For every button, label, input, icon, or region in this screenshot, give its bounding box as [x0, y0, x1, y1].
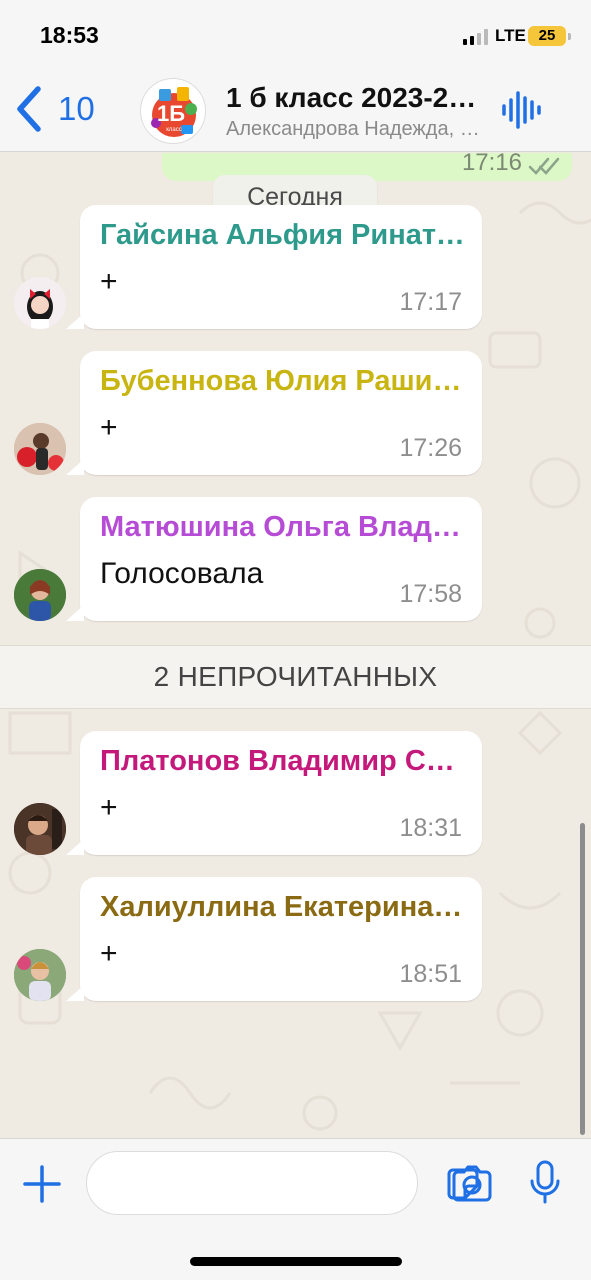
- waveform-icon[interactable]: [500, 90, 542, 130]
- double-check-icon: [528, 157, 560, 175]
- avatar-image: [14, 423, 66, 475]
- chat-title[interactable]: 1 б класс 2023-2024: [226, 82, 486, 114]
- message-input[interactable]: [107, 1152, 357, 1214]
- input-bar: [0, 1138, 591, 1280]
- group-logo-subtext: класс: [166, 127, 182, 133]
- message-time: 18:31: [399, 814, 462, 842]
- battery-level: 25: [538, 27, 556, 44]
- message-time: 17:26: [399, 434, 462, 462]
- message-text: Голосовала: [100, 557, 264, 590]
- message-time: 17:58: [399, 580, 462, 608]
- status-time: 18:53: [40, 22, 99, 48]
- message-text: +: [100, 265, 118, 298]
- network-type: LTE: [495, 26, 526, 45]
- group-logo-text: 1Б: [157, 101, 185, 126]
- plus-icon[interactable]: [22, 1164, 62, 1204]
- avatar[interactable]: [14, 803, 66, 855]
- group-avatar[interactable]: 1Б класс: [140, 78, 206, 144]
- unread-divider: 2 НЕПРОЧИТАННЫХ: [0, 645, 591, 709]
- avatar-image: [14, 949, 66, 1001]
- avatar-image: [14, 803, 66, 855]
- message-time: 18:51: [399, 960, 462, 988]
- scrollbar[interactable]: [580, 823, 585, 1135]
- sender-name[interactable]: Матюшина Ольга Владимировна: [100, 511, 468, 544]
- camera-icon[interactable]: [450, 1164, 494, 1204]
- avatar[interactable]: [14, 949, 66, 1001]
- sender-name[interactable]: Гайсина Альфия Ринатовна: [100, 219, 468, 252]
- battery-icon: 25: [528, 26, 566, 46]
- chat-subtitle[interactable]: Александрова Надежда, Бубеннова Юлия: [226, 118, 484, 141]
- microphone-icon[interactable]: [528, 1159, 562, 1205]
- message-bubble[interactable]: Гайсина Альфия Ринатовна + 17:17: [66, 205, 482, 329]
- message-bubble[interactable]: Халиуллина Екатерина Андреевна + 18:51: [66, 877, 482, 1001]
- sender-name[interactable]: Платонов Владимир Сергеевич: [100, 745, 468, 778]
- message-text: +: [100, 411, 118, 444]
- chevron-left-icon: [17, 86, 41, 132]
- cellular-signal-icon: [463, 29, 488, 45]
- avatar[interactable]: [14, 277, 66, 329]
- status-bar: 18:53 LTE 25: [0, 0, 591, 72]
- chat-area[interactable]: 17:16 Сегодня Гайсина Альфия Ринатовна +…: [0, 153, 591, 1138]
- group-logo: 1Б класс: [144, 82, 204, 142]
- message-bubble[interactable]: Матюшина Ольга Владимировна Голосовала 1…: [66, 497, 482, 621]
- avatar-image: [14, 569, 66, 621]
- message-time: 17:17: [399, 288, 462, 316]
- sender-name[interactable]: Бубеннова Юлия Рашидовна: [100, 365, 468, 398]
- message-bubble[interactable]: Платонов Владимир Сергеевич + 18:31: [66, 731, 482, 855]
- message-time: 17:16: [461, 153, 522, 176]
- message-text: +: [100, 937, 118, 970]
- message-bubble[interactable]: Бубеннова Юлия Рашидовна + 17:26: [66, 351, 482, 475]
- unread-chats-count: 10: [58, 90, 95, 127]
- avatar-image: [14, 277, 66, 329]
- back-button[interactable]: 10: [14, 82, 95, 136]
- chat-header: 10 1Б класс 1 б класс 2023-2024 Александ…: [0, 72, 591, 152]
- battery-cap: [568, 33, 571, 40]
- avatar[interactable]: [14, 423, 66, 475]
- avatar[interactable]: [14, 569, 66, 621]
- message-input-container[interactable]: [86, 1151, 479, 1215]
- sender-name[interactable]: Халиуллина Екатерина Андреевна: [100, 891, 468, 924]
- message-text: +: [100, 791, 118, 824]
- home-indicator: [190, 1257, 402, 1266]
